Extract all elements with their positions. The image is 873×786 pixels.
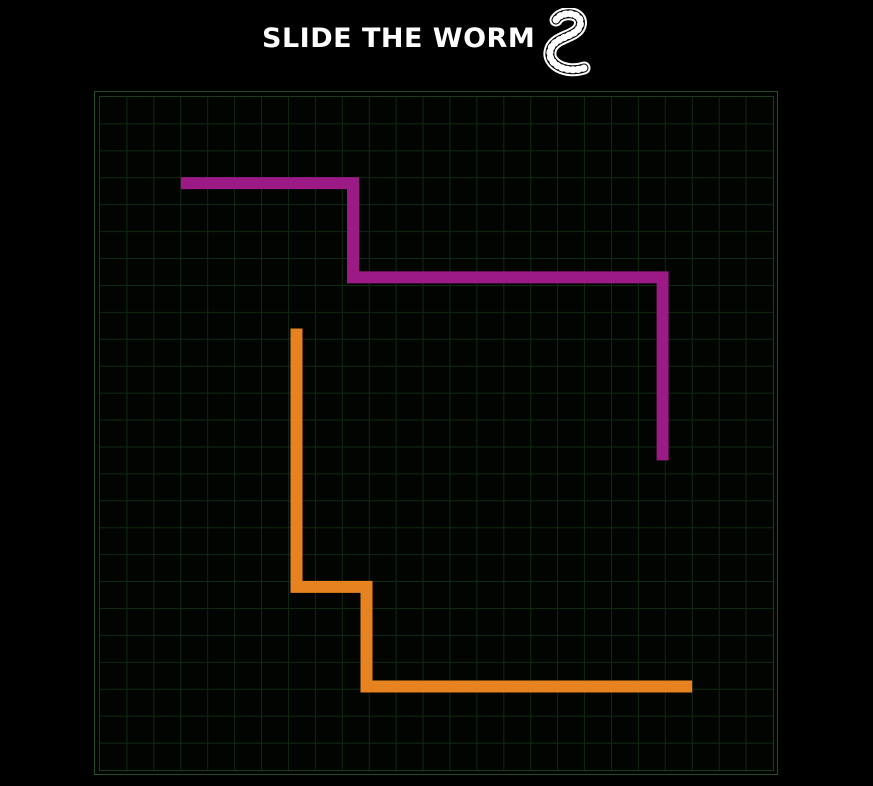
worm-icon	[540, 7, 592, 78]
orange-worm[interactable]	[290, 328, 693, 693]
header: Slide the Worm	[0, 0, 873, 86]
board-canvas	[100, 97, 773, 770]
game-title: Slide the Worm	[262, 23, 536, 54]
purple-worm[interactable]	[180, 177, 669, 461]
grid-lines	[100, 97, 773, 770]
game-board[interactable]	[99, 96, 774, 771]
